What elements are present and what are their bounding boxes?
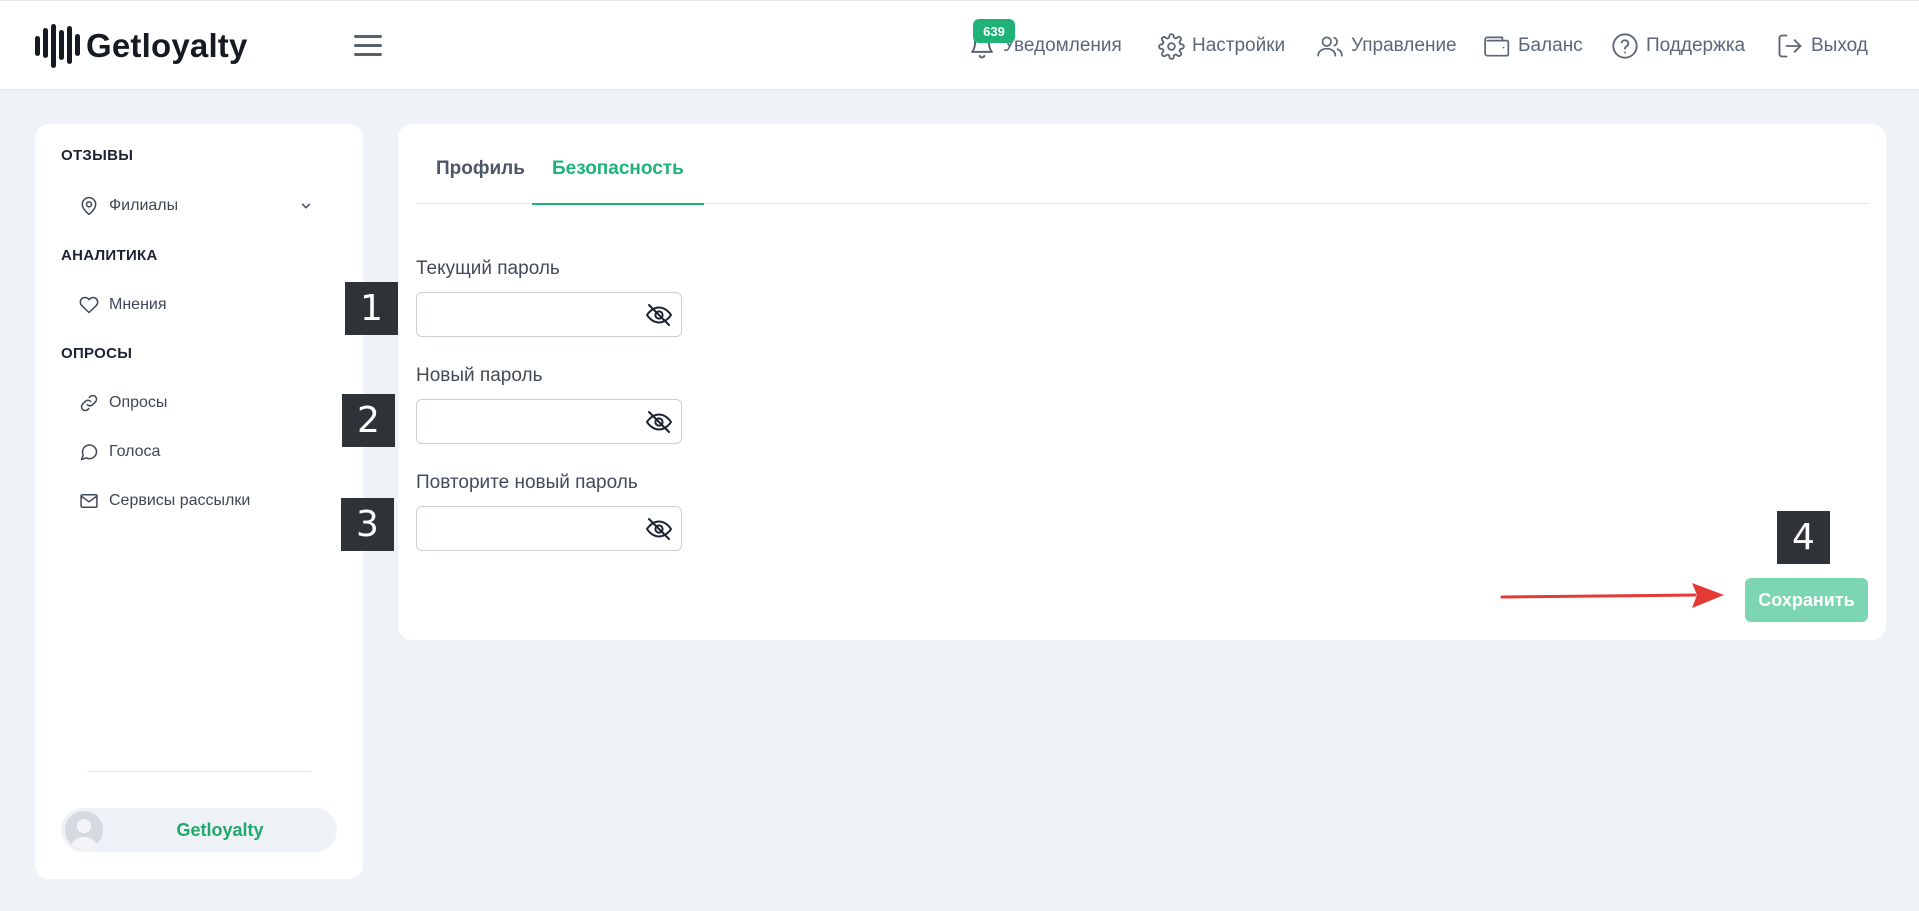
repeat-password-label: Повторите новый пароль	[416, 472, 638, 493]
user-silhouette-icon	[70, 819, 98, 849]
sidebar-divider	[87, 771, 311, 772]
current-password-input[interactable]	[417, 293, 637, 336]
link-icon	[80, 394, 98, 412]
sidebar-item-label: Филиалы	[109, 197, 179, 214]
user-profile-pill[interactable]: Getloyalty	[61, 808, 337, 852]
sidebar-item-label: Сервисы рассылки	[109, 492, 251, 509]
user-name: Getloyalty	[176, 820, 264, 840]
sidebar-section-surveys: ОПРОСЫ	[61, 345, 133, 362]
map-pin-icon	[81, 196, 97, 216]
new-password-label: Новый пароль	[416, 365, 543, 386]
tab-bar: Профиль Безопасность	[416, 156, 1868, 205]
sidebar-item-label: Мнения	[109, 296, 167, 313]
wallet-icon	[1484, 36, 1510, 57]
nav-logout[interactable]: Выход	[1776, 25, 1868, 67]
top-header: Getloyalty Уведомления Настройки Управле…	[0, 0, 1919, 89]
nav-balance-label: Баланс	[1518, 35, 1583, 56]
new-password-field	[416, 399, 682, 444]
nav-management-label: Управление	[1351, 35, 1457, 56]
save-button[interactable]: Сохранить	[1745, 578, 1868, 622]
sidebar-item-label: Опросы	[109, 394, 168, 411]
sidebar-item-branches[interactable]: Филиалы	[79, 191, 339, 221]
sidebar-item-mailing-services[interactable]: Сервисы рассылки	[79, 486, 339, 516]
tab-profile[interactable]: Профиль	[416, 156, 545, 204]
sidebar-item-surveys[interactable]: Опросы	[79, 388, 339, 418]
sidebar: ОТЗЫВЫ Филиалы АНАЛИТИКА Мнения ОПРОСЫ О…	[35, 124, 363, 879]
heart-icon	[79, 296, 99, 314]
annotation-marker-3: 3	[341, 498, 394, 551]
annotation-marker-4: 4	[1777, 511, 1830, 564]
repeat-password-input[interactable]	[417, 507, 637, 550]
nav-support[interactable]: Поддержка	[1611, 25, 1745, 67]
nav-notifications-label: Уведомления	[1003, 35, 1122, 56]
annotation-arrow	[1500, 583, 1724, 608]
logout-icon	[1778, 34, 1802, 58]
gear-icon	[1158, 32, 1185, 60]
nav-support-label: Поддержка	[1646, 35, 1746, 56]
nav-management[interactable]: Управление	[1316, 25, 1457, 67]
users-icon	[1317, 36, 1343, 57]
chevron-down-icon[interactable]	[299, 199, 313, 213]
tab-security[interactable]: Безопасность	[532, 156, 704, 205]
nav-settings[interactable]: Настройки	[1158, 25, 1285, 67]
annotation-marker-2: 2	[342, 394, 395, 447]
repeat-password-field	[416, 506, 682, 551]
avatar	[65, 811, 103, 849]
nav-balance[interactable]: Баланс	[1483, 25, 1583, 67]
eye-off-icon[interactable]	[645, 516, 673, 542]
security-settings-card: Профиль Безопасность Текущий пароль Новы…	[398, 124, 1886, 640]
notification-count-badge: 639	[973, 19, 1015, 43]
new-password-input[interactable]	[417, 400, 637, 443]
sidebar-item-opinions[interactable]: Мнения	[79, 290, 339, 320]
annotation-marker-1: 1	[345, 282, 398, 335]
top-nav: Уведомления Настройки Управление Баланс	[0, 25, 1919, 67]
chat-bubble-icon	[80, 444, 98, 461]
nav-logout-label: Выход	[1811, 35, 1868, 56]
sidebar-item-label: Голоса	[109, 443, 161, 460]
sidebar-item-votes[interactable]: Голоса	[79, 437, 339, 467]
mail-icon	[80, 494, 98, 508]
help-circle-icon	[1612, 33, 1638, 59]
sidebar-section-analytics: АНАЛИТИКА	[61, 247, 158, 264]
current-password-field	[416, 292, 682, 337]
current-password-label: Текущий пароль	[416, 258, 560, 279]
sidebar-section-reviews: ОТЗЫВЫ	[61, 147, 134, 164]
nav-settings-label: Настройки	[1192, 35, 1286, 56]
eye-off-icon[interactable]	[645, 409, 673, 435]
eye-off-icon[interactable]	[645, 302, 673, 328]
